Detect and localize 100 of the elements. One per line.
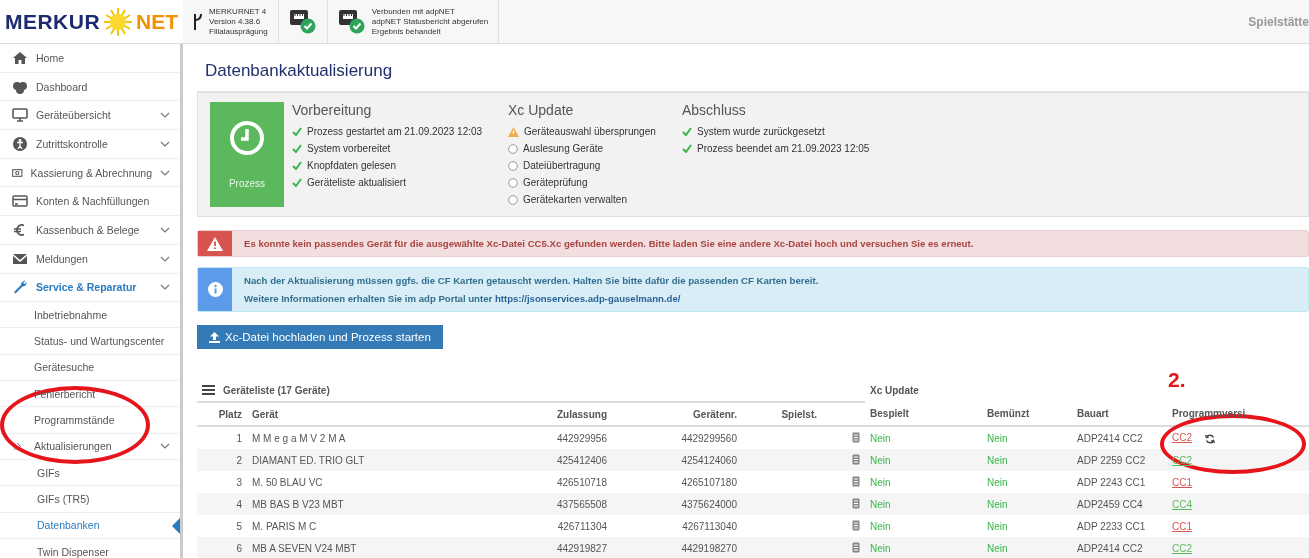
table-cell: 442919827 (507, 537, 612, 558)
network-check-icon (337, 8, 366, 35)
logo-text: NET (136, 9, 179, 34)
alert-text: Es konnte kein passendes Gerät für die ausgewählte Xc-Datei CC5.Xc gefunden werden. Bitte laden Sie eine andere Xc-Datei hoch und versuchen Sie es erneut. (244, 238, 974, 249)
connection-status-text: Verbunden mit adpNET (371, 6, 456, 17)
refresh-icon[interactable] (1204, 433, 1215, 444)
sidebar-item[interactable]: Meldungen (0, 244, 180, 274)
sidebar-item[interactable]: GIFs (TR5) (0, 486, 180, 513)
step-text: System wurde zurückgesetzt (697, 126, 825, 137)
column-header[interactable]: Bemünzt (982, 402, 1072, 426)
process-label: Prozess (228, 178, 266, 189)
sidebar-item[interactable]: Fehlerbericht (0, 381, 180, 408)
version-text: Version 4.38.6 (209, 16, 262, 27)
table-cell: ADP 2259 CC2 (1072, 449, 1167, 471)
table-cell: Nein (982, 515, 1072, 537)
table-cell: M. PARIS M C (247, 515, 507, 537)
document-icon[interactable] (852, 519, 861, 531)
document-icon[interactable] (852, 475, 861, 487)
column-header[interactable]: Bauart (1072, 402, 1167, 426)
sidebar-item[interactable]: Dashboard (0, 72, 180, 102)
logo-text: MERKUR (4, 9, 101, 34)
column-header[interactable]: Gerät (247, 402, 507, 426)
table-cell: M M e g a M V 2 M A (247, 426, 507, 449)
table-cell: 4254124060 (612, 449, 742, 471)
table-cell: Nein (865, 449, 982, 471)
accessibility-icon (12, 135, 28, 152)
sidebar-item[interactable]: Inbetriebnahme (0, 302, 180, 329)
sidebar-item[interactable]: Programmstände (0, 407, 180, 434)
sidebar-item[interactable]: Kassierung & Abrechnung (0, 158, 180, 188)
column-header[interactable]: Spielst. (742, 402, 822, 426)
portal-link[interactable]: https://jsonservices.adp-gauselmann.de/ (494, 293, 681, 304)
table-cell: Nein (982, 493, 1072, 515)
step-text: Geräteliste aktualisiert (307, 177, 406, 188)
table-cell: MB A SEVEN V24 MBT (247, 537, 507, 558)
table-cell: M. 50 BLAU VC (247, 471, 507, 493)
sidebar-item[interactable]: Konten & Nachfüllungen (0, 187, 180, 217)
version-text: Filialausprägung (209, 26, 268, 37)
info-icon (207, 282, 223, 297)
table-cell: 3 (197, 471, 247, 493)
sidebar-item[interactable]: Kassenbuch & Belege (0, 216, 180, 245)
step-text: System vorbereitet (307, 143, 391, 154)
step-text: Prozess gestartet am 21.09.2023 12:03 (307, 126, 483, 137)
table-cell: 5 (197, 515, 247, 537)
chevron-down-icon[interactable] (160, 226, 170, 233)
column-header[interactable]: Platz (197, 402, 247, 426)
upload-button[interactable]: Xc-Datei hochladen und Prozess starten (197, 325, 443, 349)
step-text: Geräteauswahl übersprungen (524, 126, 656, 137)
column-header[interactable]: Gerätenr. (612, 402, 742, 426)
chevron-down-icon[interactable] (160, 112, 170, 119)
table-cell: 4 (197, 493, 247, 515)
alert-text: Weitere Informationen erhalten Sie im adp Portal unter (244, 293, 493, 304)
document-icon[interactable] (852, 431, 861, 443)
table-cell: 426711304 (507, 515, 612, 537)
sidebar-item[interactable]: Service & Reparatur (0, 273, 180, 303)
table-cell: 442929956 (507, 426, 612, 449)
table-cell: 4267113040 (612, 515, 742, 537)
menu-icon[interactable] (202, 385, 215, 395)
version-link[interactable]: CC1 (1172, 520, 1192, 532)
sidebar-item[interactable]: Zutrittskontrolle (0, 130, 180, 159)
table-cell: 425412406 (507, 449, 612, 471)
table-cell: 426510718 (507, 471, 612, 493)
sidebar-item[interactable]: GIFs (0, 459, 180, 487)
table-cell: ADP2414 CC2 (1072, 426, 1167, 449)
version-link[interactable]: CC2 (1172, 432, 1192, 444)
table-cell: ADP2459 CC4 (1072, 493, 1167, 515)
column-header[interactable]: Zulassung (507, 402, 612, 426)
table-cell: Nein (982, 449, 1072, 471)
document-icon[interactable] (852, 453, 861, 465)
document-icon[interactable] (852, 497, 861, 509)
chevron-down-icon[interactable] (160, 284, 170, 291)
document-icon[interactable] (852, 541, 861, 553)
sidebar-item[interactable]: Status- und Wartungscenter (0, 328, 180, 355)
table-cell: Nein (865, 471, 982, 493)
table-cell: 437565508 (507, 493, 612, 515)
card-icon (12, 193, 28, 210)
upload-icon (209, 331, 220, 343)
table-cell: Nein (865, 537, 982, 558)
clock-icon (229, 120, 265, 156)
version-link[interactable]: CC1 (1172, 476, 1192, 488)
connection-status-text: adpNET Statusbericht abgerufen (371, 16, 489, 27)
sidebar-item[interactable]: Twin Dispenser (0, 538, 180, 558)
sidebar-item[interactable]: Home (0, 44, 180, 73)
sidebar-item[interactable]: Aktualisierungen (0, 433, 180, 460)
sidebar-item[interactable]: Datenbanken (0, 512, 180, 539)
table-cell: 6 (197, 537, 247, 558)
column-header[interactable]: Bespielt (865, 402, 982, 426)
column-header[interactable]: Programmversi (1167, 402, 1309, 426)
chevron-down-icon[interactable] (160, 443, 170, 450)
table-cell: 4375624000 (612, 493, 742, 515)
table-cell: ADP 2243 CC1 (1072, 471, 1167, 493)
home-icon (12, 49, 28, 66)
sidebar-item[interactable]: Geräteübersicht (0, 101, 180, 131)
sun-icon (103, 6, 134, 37)
sidebar-item[interactable]: Gerätesuche (0, 354, 180, 382)
chevron-down-icon[interactable] (160, 255, 170, 262)
table-cell: Nein (865, 493, 982, 515)
connection-status-text: Ergebnis behandelt (371, 26, 442, 37)
chevron-down-icon[interactable] (160, 140, 170, 147)
phase-title: Vorbereitung (292, 102, 373, 118)
chevron-down-icon[interactable] (160, 169, 170, 176)
